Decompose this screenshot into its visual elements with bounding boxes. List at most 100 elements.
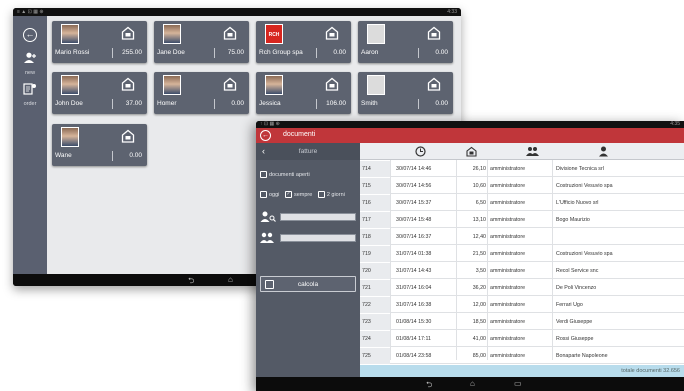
doc-operator: amministratore [490,217,526,223]
customer-tile[interactable]: Aaron 0.00 [358,21,453,63]
customer-tile[interactable]: Jessica 106.00 [256,72,351,114]
filter-sidebar: ‹ fatture documenti aperti oggi ✓ sempre … [256,143,360,377]
customer-tile[interactable]: Smith 0.00 [358,72,453,114]
customer-amount: 0.00 [435,49,448,56]
building-icon[interactable] [325,77,339,91]
doc-amount: 41,00 [472,336,486,342]
search-operator-icon [260,232,274,243]
nav-home-icon[interactable]: ⌂ [470,379,475,388]
customer-icon[interactable] [598,146,609,157]
nav-back-icon[interactable]: ⮌ [188,275,194,286]
nav-back-icon[interactable]: ⮌ [426,379,432,391]
table-row[interactable]: 714 30/07/14 14:46 26,10 amministratore Divi… [360,161,684,177]
nav-home-icon[interactable]: ⌂ [228,275,233,284]
building-icon[interactable] [121,26,135,40]
doc-customer: Costruzioni Vesuvio spa [556,251,613,257]
divider [112,151,113,161]
doc-date: 01/08/14 15:30 [396,319,432,325]
sidebar-header[interactable]: ‹ fatture [256,143,360,160]
customer-amount: 37.00 [125,100,142,107]
clock-icon[interactable] [415,146,426,157]
doc-operator: amministratore [490,285,526,291]
avatar [163,24,181,44]
table-row[interactable]: 723 01/08/14 15:30 18,50 amministratore Verd… [360,314,684,330]
building-icon[interactable] [427,77,441,91]
doc-customer: Recol Service snc [556,268,599,274]
operator-search-input[interactable] [280,234,356,242]
filter-two-days[interactable]: 2 giorni [317,191,345,198]
table-row[interactable]: 722 31/07/14 16:38 12,00 amministratore Ferr… [360,297,684,313]
customer-name: Homer [157,100,177,107]
customer-tile[interactable]: John Doe 37.00 [52,72,147,114]
doc-number: 719 [360,246,390,262]
doc-number: 720 [360,263,390,279]
divider [418,48,419,58]
doc-operator: amministratore [490,319,526,325]
doc-operator: amministratore [490,234,526,240]
customer-amount: 0.00 [333,49,346,56]
divider [112,48,113,58]
doc-customer: Bogo Maurizio [556,217,590,223]
table-row[interactable]: 719 31/07/14 01:38 21,50 amministratore Cost… [360,246,684,262]
doc-date: 30/07/14 14:46 [396,166,432,172]
doc-amount: 21,50 [472,251,486,257]
building-icon[interactable] [121,129,135,143]
table-row[interactable]: 721 31/07/14 16:04 36,20 amministratore De P… [360,280,684,296]
divider [418,99,419,109]
doc-number: 714 [360,161,390,177]
back-button[interactable]: ← [260,130,271,141]
customer-name: John Doe [55,100,83,107]
doc-amount: 26,10 [472,166,486,172]
table-header [360,143,684,160]
documents-tablet: ↑ ⊡ ▦ ⊕ 4:35 ← documenti ‹ fatture docum… [256,121,684,391]
doc-customer: Ferrari Ugo [556,302,583,308]
building-icon[interactable] [223,77,237,91]
nav-recent-icon[interactable]: ▭ [514,379,522,388]
customer-tile[interactable]: Homer 0.00 [154,72,249,114]
table-row[interactable]: 718 30/07/14 16:37 12,40 amministratore [360,229,684,245]
table-row[interactable]: 717 30/07/14 15:48 13,10 amministratore Bogo… [360,212,684,228]
table-row[interactable]: 725 01/08/14 23:58 85,00 amministratore Bona… [360,348,684,364]
customer-name: Mario Rossi [55,49,90,56]
avatar [367,75,385,95]
open-documents-checkbox[interactable]: documenti aperti [260,171,310,178]
new-customer-button[interactable]: new [13,51,47,76]
doc-number: 725 [360,348,390,364]
table-row[interactable]: 716 30/07/14 15:37 6,50 amministratore L'Uff… [360,195,684,211]
customer-amount: 106.00 [326,100,346,107]
order-button[interactable]: order [13,82,47,107]
filter-today[interactable]: oggi [260,191,279,198]
avatar: RCH [265,24,283,44]
status-bar: ↑ ⊡ ▦ ⊕ 4:35 [256,121,684,128]
building-icon[interactable] [427,26,441,40]
status-bar: ≡ ▲ ⊡ ▦ ⊕ 4:33 [13,8,461,16]
customer-amount: 0.00 [435,100,448,107]
building-icon[interactable] [325,26,339,40]
customer-tile[interactable]: Mario Rossi 255.00 [52,21,147,63]
doc-date: 30/07/14 14:56 [396,183,432,189]
customer-tile[interactable]: Jane Doe 75.00 [154,21,249,63]
back-button[interactable]: ← [13,24,47,42]
customer-search-input[interactable] [280,213,356,221]
building-icon[interactable] [466,146,477,157]
customer-tile[interactable]: RCH Rch Group spa 0.00 [256,21,351,63]
filter-always[interactable]: ✓ sempre [284,191,312,198]
table-row[interactable]: 724 01/08/14 17:11 41,00 amministratore Ross… [360,331,684,347]
building-icon[interactable] [223,26,237,40]
avatar [61,24,79,44]
divider [214,48,215,58]
operator-icon[interactable] [526,146,539,157]
doc-customer: Verdi Giuseppe [556,319,593,325]
building-icon[interactable] [121,77,135,91]
doc-date: 31/07/14 14:43 [396,268,432,274]
customer-tile[interactable]: Wane 0.00 [52,124,147,166]
table-row[interactable]: 720 31/07/14 14:43 3,50 amministratore Recol… [360,263,684,279]
divider [316,48,317,58]
order-label: order [23,101,37,107]
left-rail: ← new order [13,16,47,274]
table-row[interactable]: 715 30/07/14 14:56 10,60 amministratore Cost… [360,178,684,194]
calculate-button[interactable]: calcola [260,276,356,292]
doc-amount: 18,50 [472,319,486,325]
doc-operator: amministratore [490,183,526,189]
customer-name: Jane Doe [157,49,185,56]
